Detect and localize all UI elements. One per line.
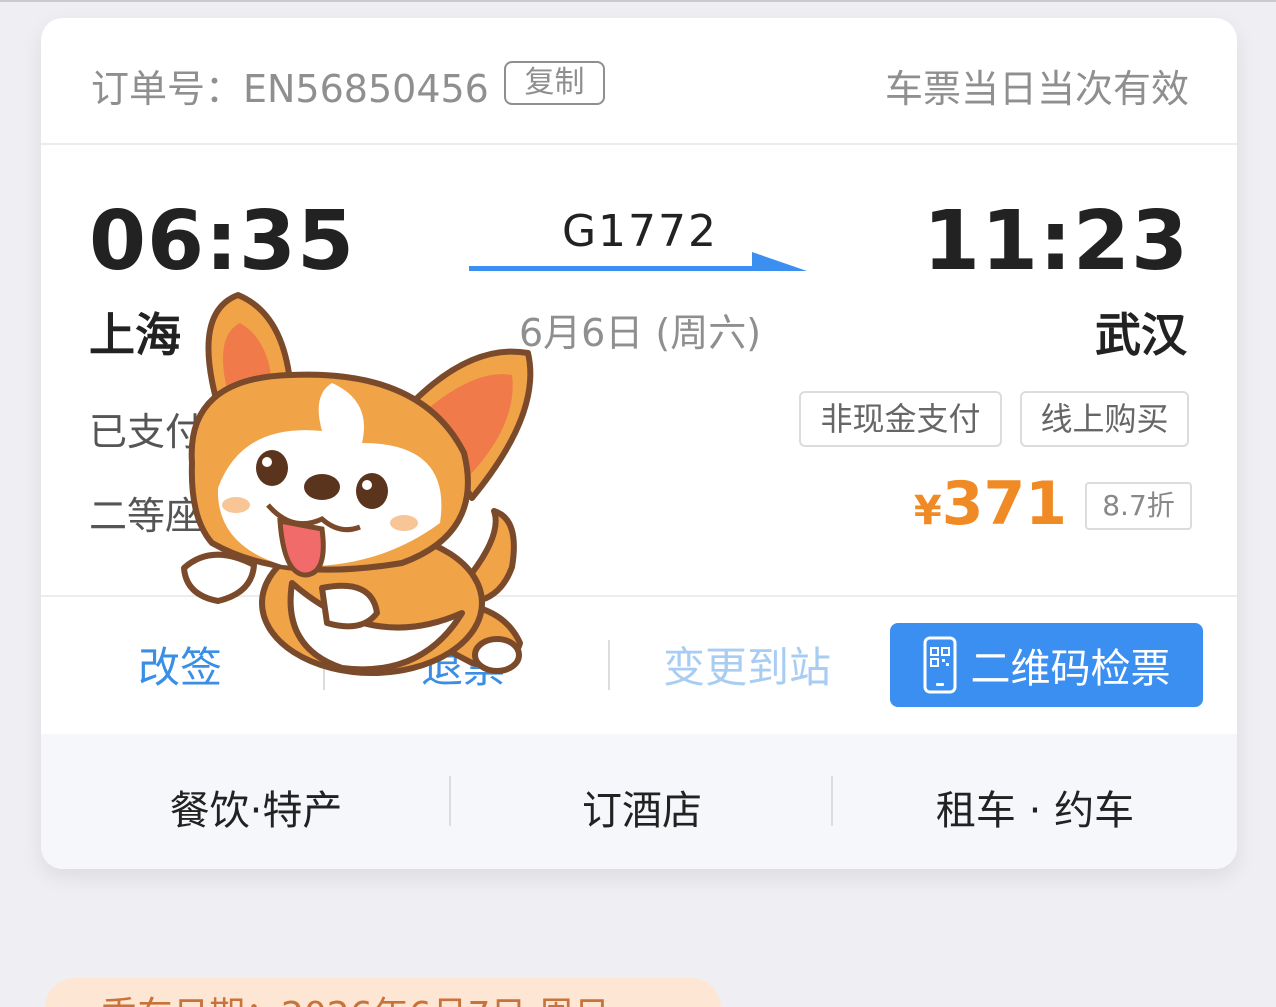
action-divider xyxy=(608,640,610,690)
order-number: 订单号：EN56850456 xyxy=(91,67,489,111)
departure-station: 上海 xyxy=(89,308,181,362)
order-header: 订单号：EN56850456 复制 车票当日当次有效 xyxy=(41,18,1237,145)
noncash-payment-tag: 非现金支付 xyxy=(799,391,1002,447)
direction-arrow-icon xyxy=(469,252,807,271)
ride-date-text: 乘车日期：2026年6月7日 周日 xyxy=(101,986,610,1007)
currency-symbol: ¥ xyxy=(913,488,942,534)
services-bar: 餐饮·特产 订酒店 租车 · 约车 xyxy=(41,734,1237,869)
price-amount: 371 xyxy=(941,469,1067,539)
ticket-price: ¥371 xyxy=(914,474,1067,534)
arrival-time: 11:23 xyxy=(922,194,1189,289)
arrival-station: 武汉 xyxy=(1095,308,1187,362)
validity-note: 车票当日当次有效 xyxy=(884,67,1189,111)
qr-check-button[interactable]: 二维码检票 xyxy=(890,623,1203,707)
copy-button[interactable]: 复制 xyxy=(504,61,605,105)
ride-date-banner: 乘车日期：2026年6月7日 周日 xyxy=(45,978,721,1007)
top-edge-line xyxy=(0,0,1276,2)
service-car-rental[interactable]: 租车 · 约车 xyxy=(833,778,1237,836)
departure-time: 06:35 xyxy=(89,194,356,289)
change-station-button[interactable]: 变更到站 xyxy=(663,634,831,695)
train-number: G1772 xyxy=(561,206,719,257)
service-food-specialty[interactable]: 餐饮·特产 xyxy=(41,778,471,836)
online-purchase-tag: 线上购买 xyxy=(1020,391,1189,447)
service-hotel[interactable]: 订酒店 xyxy=(451,778,833,836)
phone-qr-icon xyxy=(923,636,956,694)
qr-check-label: 二维码检票 xyxy=(970,646,1171,692)
discount-badge: 8.7折 xyxy=(1085,482,1192,530)
corgi-sticker xyxy=(181,292,534,676)
